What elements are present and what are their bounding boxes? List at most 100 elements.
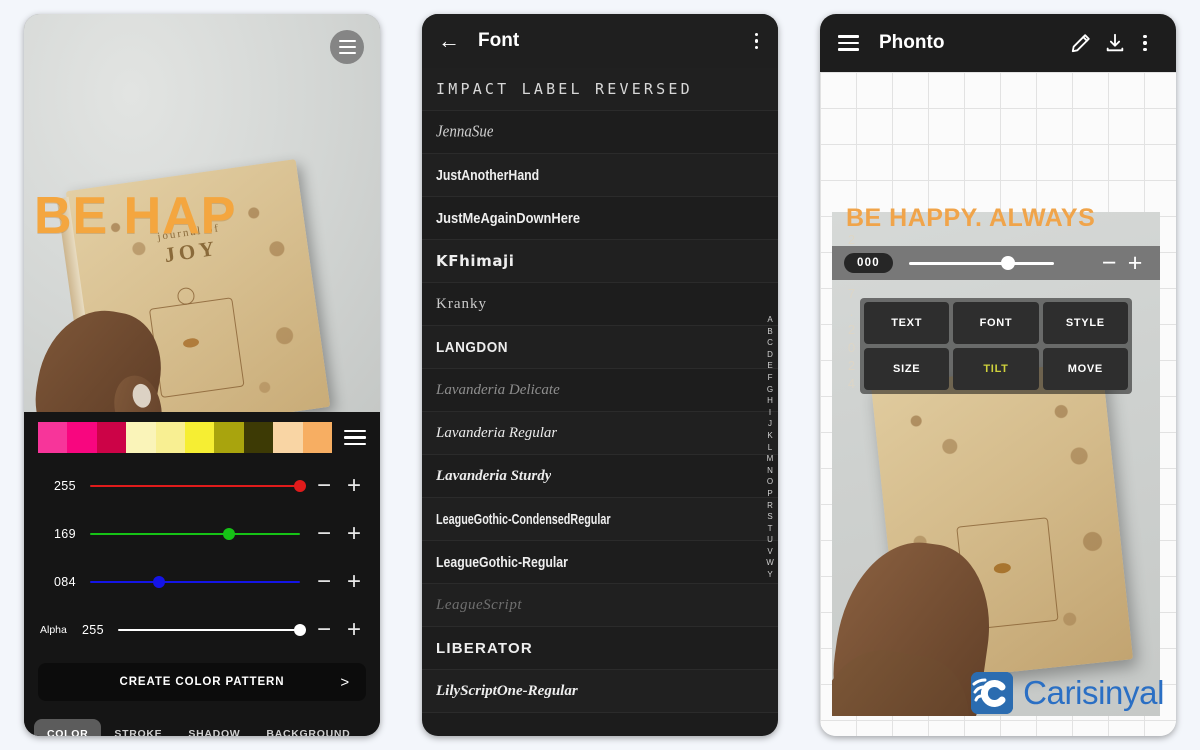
font-list-item[interactable]: Kranky [422, 283, 778, 326]
alpha-index-letter[interactable]: P [767, 488, 773, 500]
alpha-index-letter[interactable]: F [768, 372, 773, 384]
alpha-index-letter[interactable]: U [767, 534, 773, 546]
font-list-item[interactable]: LeagueGothic-Regular [422, 541, 778, 584]
color-swatch[interactable] [96, 422, 127, 453]
font-list-item[interactable]: KFhimaji [422, 240, 778, 283]
color-swatch[interactable] [243, 422, 274, 453]
slider-knob[interactable] [294, 480, 306, 492]
color-swatch[interactable] [38, 422, 68, 453]
alphabet-index-scrubber[interactable]: ABCDEFGHIJKLMNOPRSTUVWY [766, 314, 774, 581]
font-list-item[interactable]: LeagueScript [422, 584, 778, 627]
decrease-button[interactable]: − [316, 474, 332, 498]
tab-stroke[interactable]: STROKE [101, 719, 175, 736]
decrease-button[interactable]: − [316, 570, 332, 594]
arrow-left-icon[interactable]: ← [438, 30, 468, 52]
channel-slider[interactable] [90, 476, 306, 496]
increase-button[interactable]: + [346, 522, 362, 546]
kebab-menu-icon[interactable] [751, 29, 762, 53]
text-tool-button-grid[interactable]: TEXT FONT STYLE SIZE TILT MOVE [860, 298, 1132, 394]
slider-knob[interactable] [153, 576, 166, 588]
font-list-item[interactable]: IMPACT LABEL REVERSED [422, 68, 778, 111]
font-list-item[interactable]: JennaSue [422, 111, 778, 154]
color-swatch[interactable] [67, 422, 97, 453]
increase-button[interactable]: + [346, 474, 362, 498]
font-list-item[interactable]: Lavanderia Sturdy [422, 455, 778, 498]
color-swatch[interactable] [126, 422, 156, 453]
tilt-slider-bar[interactable]: 000 − + [832, 246, 1160, 280]
photo-preview-area[interactable]: journal of JOY BE HAP [24, 14, 380, 412]
tilt-slider[interactable] [908, 255, 1082, 271]
font-list-item[interactable]: Lavanderia Regular [422, 412, 778, 455]
photo-layer[interactable]: 27.7.2024 [832, 212, 1160, 716]
font-list-item[interactable]: LilyScriptOne-Regular [422, 670, 778, 713]
tilt-slider-knob[interactable] [1000, 256, 1015, 270]
channel-slider[interactable] [90, 524, 300, 544]
tab-color[interactable]: COLOR [34, 719, 102, 736]
tool-button-text[interactable]: TEXT [864, 302, 950, 344]
tool-button-move[interactable]: MOVE [1042, 348, 1128, 390]
increase-button[interactable]: + [346, 570, 362, 594]
tab-spacing[interactable]: SPACING [363, 719, 380, 736]
color-swatch[interactable] [155, 422, 186, 453]
pencil-icon[interactable] [1064, 32, 1098, 54]
alpha-index-letter[interactable]: T [768, 523, 773, 535]
font-list-item[interactable]: LeagueGothic-CondensedRegular [422, 498, 778, 541]
tab-background[interactable]: BACKGROUND [253, 719, 363, 736]
create-color-pattern-button[interactable]: CREATE COLOR PATTERN > [38, 663, 366, 701]
color-swatch[interactable] [273, 422, 303, 453]
tool-button-tilt[interactable]: TILT [953, 348, 1039, 390]
alpha-index-letter[interactable]: W [766, 557, 774, 569]
tilt-value-pill[interactable]: 000 [844, 253, 893, 273]
tab-shadow[interactable]: SHADOW [175, 719, 253, 736]
canvas-overlay-text[interactable]: BE HAP [34, 186, 236, 246]
font-list-item[interactable]: LANGDON [422, 326, 778, 369]
font-list[interactable]: IMPACT LABEL REVERSED JennaSue JustAnother… [422, 68, 778, 736]
alpha-index-letter[interactable]: V [767, 546, 773, 558]
alpha-index-letter[interactable]: E [767, 360, 773, 372]
font-list-item[interactable]: LIBERATOR [422, 627, 778, 670]
font-list-item[interactable]: JustMeAgainDownHere [422, 197, 778, 240]
alpha-index-letter[interactable]: M [767, 453, 774, 465]
slider-knob[interactable] [222, 528, 235, 540]
download-icon[interactable] [1098, 32, 1132, 54]
decrease-button[interactable]: − [1096, 251, 1122, 276]
color-swatch[interactable] [185, 422, 215, 453]
alpha-index-letter[interactable]: I [769, 407, 771, 419]
alpha-index-letter[interactable]: K [767, 430, 773, 442]
alpha-index-letter[interactable]: A [767, 314, 773, 326]
tool-button-size[interactable]: SIZE [864, 348, 950, 390]
alpha-index-letter[interactable]: O [767, 476, 773, 488]
channel-slider[interactable] [90, 572, 300, 592]
increase-button[interactable]: + [1122, 251, 1148, 276]
alpha-index-letter[interactable]: S [767, 511, 773, 523]
decrease-button[interactable]: − [316, 618, 332, 642]
palette-menu-icon[interactable] [344, 429, 366, 446]
alpha-index-letter[interactable]: R [767, 500, 773, 512]
editor-canvas[interactable]: 27.7.2024 BE HAPPY. ALWAYS 000 − + TEXT F… [820, 72, 1176, 736]
font-list-item[interactable]: Lavanderia Delicate [422, 369, 778, 412]
alpha-index-letter[interactable]: L [768, 442, 773, 454]
alpha-index-letter[interactable]: Y [767, 569, 773, 581]
alpha-index-letter[interactable]: H [767, 395, 773, 407]
color-swatch[interactable] [214, 422, 244, 453]
alpha-index-letter[interactable]: J [768, 418, 772, 430]
decrease-button[interactable]: − [316, 522, 332, 546]
color-swatch[interactable] [302, 422, 333, 453]
alpha-index-letter[interactable]: C [767, 337, 773, 349]
kebab-menu-icon[interactable] [1132, 34, 1158, 52]
color-swatch-strip[interactable] [38, 422, 333, 453]
hamburger-menu-icon[interactable] [838, 35, 859, 51]
alpha-index-letter[interactable]: N [767, 465, 773, 477]
tool-button-font[interactable]: FONT [953, 302, 1039, 344]
slider-knob[interactable] [294, 624, 306, 636]
tool-button-style[interactable]: STYLE [1042, 302, 1128, 344]
increase-button[interactable]: + [346, 618, 362, 642]
alpha-index-letter[interactable]: G [767, 384, 773, 396]
alpha-index-letter[interactable]: D [767, 349, 773, 361]
canvas-overlay-text[interactable]: BE HAPPY. ALWAYS [846, 204, 1095, 233]
font-list-item[interactable]: JustAnotherHand [422, 154, 778, 197]
alpha-index-letter[interactable]: B [767, 326, 773, 338]
hamburger-menu-icon[interactable] [330, 30, 364, 64]
editor-tab-bar[interactable]: COLORSTROKESHADOWBACKGROUNDSPACING [24, 719, 380, 736]
channel-slider[interactable] [118, 620, 306, 640]
